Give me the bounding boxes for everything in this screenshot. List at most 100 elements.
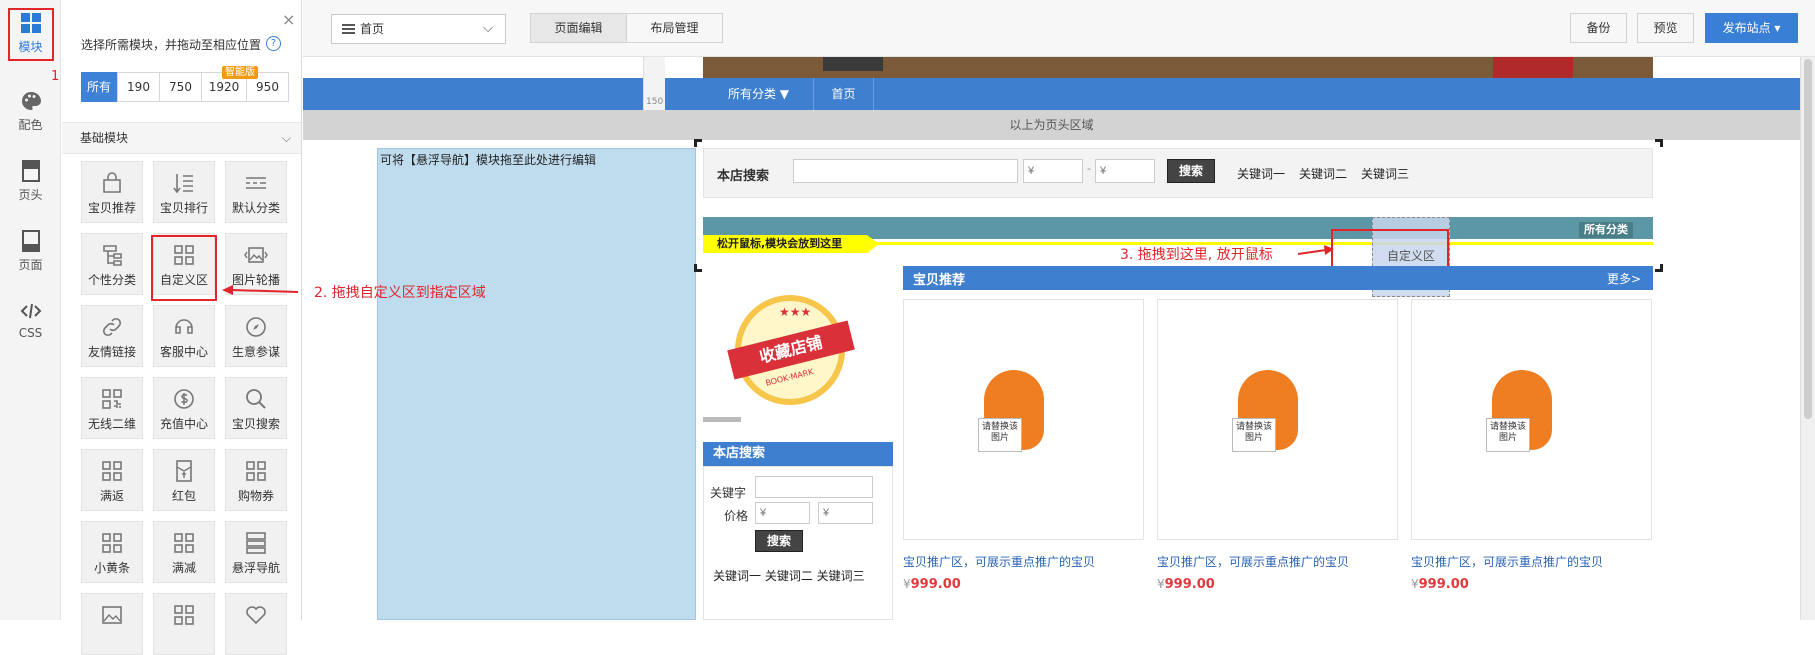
section-basic-modules[interactable]: 基础模块 ⌵ (62, 122, 301, 154)
module-label: 客服中心 (159, 345, 208, 359)
section-label: 基础模块 (80, 131, 129, 145)
module-default-category[interactable]: 默认分类 (225, 161, 287, 223)
module-discount[interactable]: 满减 (153, 521, 215, 583)
backup-button[interactable]: 备份 (1570, 13, 1627, 43)
scrollbar-thumb[interactable] (1804, 59, 1812, 419)
annotation-box-1 (8, 8, 54, 61)
compass-icon (246, 317, 266, 337)
rail-item-header[interactable]: 页头 (0, 146, 61, 206)
seal-caption-bar (703, 417, 741, 422)
module-recharge[interactable]: 充值中心 (153, 377, 215, 439)
product-name[interactable]: 宝贝推广区，可展示重点推广的宝贝 (1411, 553, 1603, 570)
qr-code-icon (102, 389, 122, 409)
module-ranking[interactable]: 宝贝排行 (153, 161, 215, 223)
palette-icon (21, 92, 41, 110)
currency-symbol: ¥ (1411, 577, 1419, 591)
grid-icon (246, 461, 266, 481)
search-button[interactable]: 搜索 (1167, 159, 1215, 183)
rail-item-colors[interactable]: 配色 (0, 76, 61, 136)
product-card[interactable]: 请替换该图片 (1157, 299, 1398, 540)
preview-button[interactable]: 预览 (1637, 13, 1694, 43)
image-carousel-icon (244, 247, 268, 263)
keyword-link[interactable]: 关键词一 (1237, 165, 1285, 182)
module-label: 满减 (171, 561, 196, 575)
more-link[interactable]: 更多> (1607, 270, 1641, 287)
module-label: 购物券 (237, 489, 274, 503)
price-dash: - (1087, 162, 1091, 175)
search-icon (246, 389, 266, 409)
publish-button[interactable]: 发布站点 ▾ (1705, 13, 1798, 43)
price-max-input[interactable] (1095, 159, 1155, 183)
module-label: 宝贝搜索 (231, 417, 280, 431)
category-bar-label[interactable]: 所有分类 (1579, 222, 1633, 238)
annotation-step-3: 3. 拖拽到这里, 放开鼠标 (1120, 247, 1273, 263)
module-label: 无线二维 (87, 417, 136, 431)
ruler-label: 150 (646, 97, 664, 107)
module-red-packet[interactable]: 红包 (153, 449, 215, 511)
nav-all-categories[interactable]: 所有分类 ▼ (704, 78, 814, 110)
floating-nav-dropzone[interactable]: 可将【悬浮导航】模块拖至此处进行编辑 (377, 148, 696, 620)
keyword-label: 关键字 (710, 486, 747, 500)
product-price: ¥999.00 (903, 577, 961, 592)
module-grid[interactable] (153, 593, 215, 655)
chevron-down-icon: ⌵ (281, 131, 291, 145)
page-select[interactable]: 首页 ⌵ (331, 14, 506, 44)
module-favorite[interactable] (225, 593, 287, 655)
module-label: 充值中心 (159, 417, 208, 431)
recommend-title: 宝贝推荐 (913, 273, 966, 288)
product-card[interactable]: 请替换该图片 (1411, 299, 1652, 540)
module-image[interactable] (81, 593, 143, 655)
module-friend-links[interactable]: 友情链接 (81, 305, 143, 367)
keyword-link[interactable]: 关键词三 (1361, 165, 1409, 182)
product-card[interactable]: 请替换该图片 (903, 299, 1144, 540)
design-canvas: 所有分类 ▼ 首页 100 150 以上为页头区域 可将【悬浮导航】模块拖至此处… (303, 57, 1800, 620)
recommend-header: 宝贝推荐 更多> (903, 266, 1653, 290)
floating-nav-icon (246, 532, 266, 554)
module-business-advisor[interactable]: 生意参谋 (225, 305, 287, 367)
arrow-right-icon (1298, 245, 1334, 255)
module-label: 悬浮导航 (231, 561, 280, 575)
module-cashback[interactable]: 满返 (81, 449, 143, 511)
filter-750[interactable]: 750 (159, 72, 202, 102)
module-item-search[interactable]: 宝贝搜索 (225, 377, 287, 439)
tree-icon (103, 245, 122, 266)
module-coupon[interactable]: 购物券 (225, 449, 287, 511)
module-label: 满返 (99, 489, 124, 503)
header-area-bar: 以上为页头区域 (303, 110, 1800, 140)
header-icon (21, 160, 40, 182)
product-price: ¥999.00 (1411, 577, 1469, 592)
search-keyword-input[interactable] (793, 159, 1018, 183)
rail-label: 页头 (18, 188, 43, 202)
filter-190[interactable]: 190 (117, 72, 160, 102)
help-icon[interactable]: ? (266, 36, 281, 51)
module-customer-service[interactable]: 客服中心 (153, 305, 215, 367)
price-value: 999.00 (910, 577, 961, 592)
module-yellow-bar[interactable]: 小黄条 (81, 521, 143, 583)
tab-page-edit[interactable]: 页面编辑 (530, 13, 627, 43)
selection-corner (1655, 139, 1663, 147)
side-keywords[interactable]: 关键词一 关键词二 关键词三 (713, 567, 865, 584)
product-name[interactable]: 宝贝推广区，可展示重点推广的宝贝 (903, 553, 1095, 570)
close-icon[interactable]: × (282, 10, 295, 29)
panel-title: 选择所需模块，并拖动至相应位置 (81, 38, 262, 52)
filter-all[interactable]: 所有 (81, 72, 117, 102)
side-price-min-input[interactable] (755, 502, 810, 524)
red-packet-icon (176, 460, 192, 482)
rail-item-page[interactable]: 页面 (0, 216, 61, 276)
module-recommend[interactable]: 宝贝推荐 (81, 161, 143, 223)
price-min-input[interactable] (1023, 159, 1083, 183)
module-mobile-qr[interactable]: 无线二维 (81, 377, 143, 439)
rail-item-css[interactable]: CSS (0, 286, 61, 346)
tab-layout-manage[interactable]: 布局管理 (626, 13, 723, 43)
keyword-link[interactable]: 关键词二 (1299, 165, 1347, 182)
selection-corner (1655, 264, 1663, 272)
side-keyword-input[interactable] (755, 476, 873, 498)
vertical-scrollbar[interactable] (1800, 57, 1815, 620)
module-custom-category[interactable]: 个性分类 (81, 233, 143, 295)
module-floating-nav[interactable]: 悬浮导航 (225, 521, 287, 583)
side-search-button[interactable]: 搜索 (755, 530, 803, 552)
side-price-max-input[interactable] (818, 502, 873, 524)
nav-home[interactable]: 首页 (814, 78, 874, 110)
product-name[interactable]: 宝贝推广区，可展示重点推广的宝贝 (1157, 553, 1349, 570)
module-label: 红包 (171, 489, 196, 503)
